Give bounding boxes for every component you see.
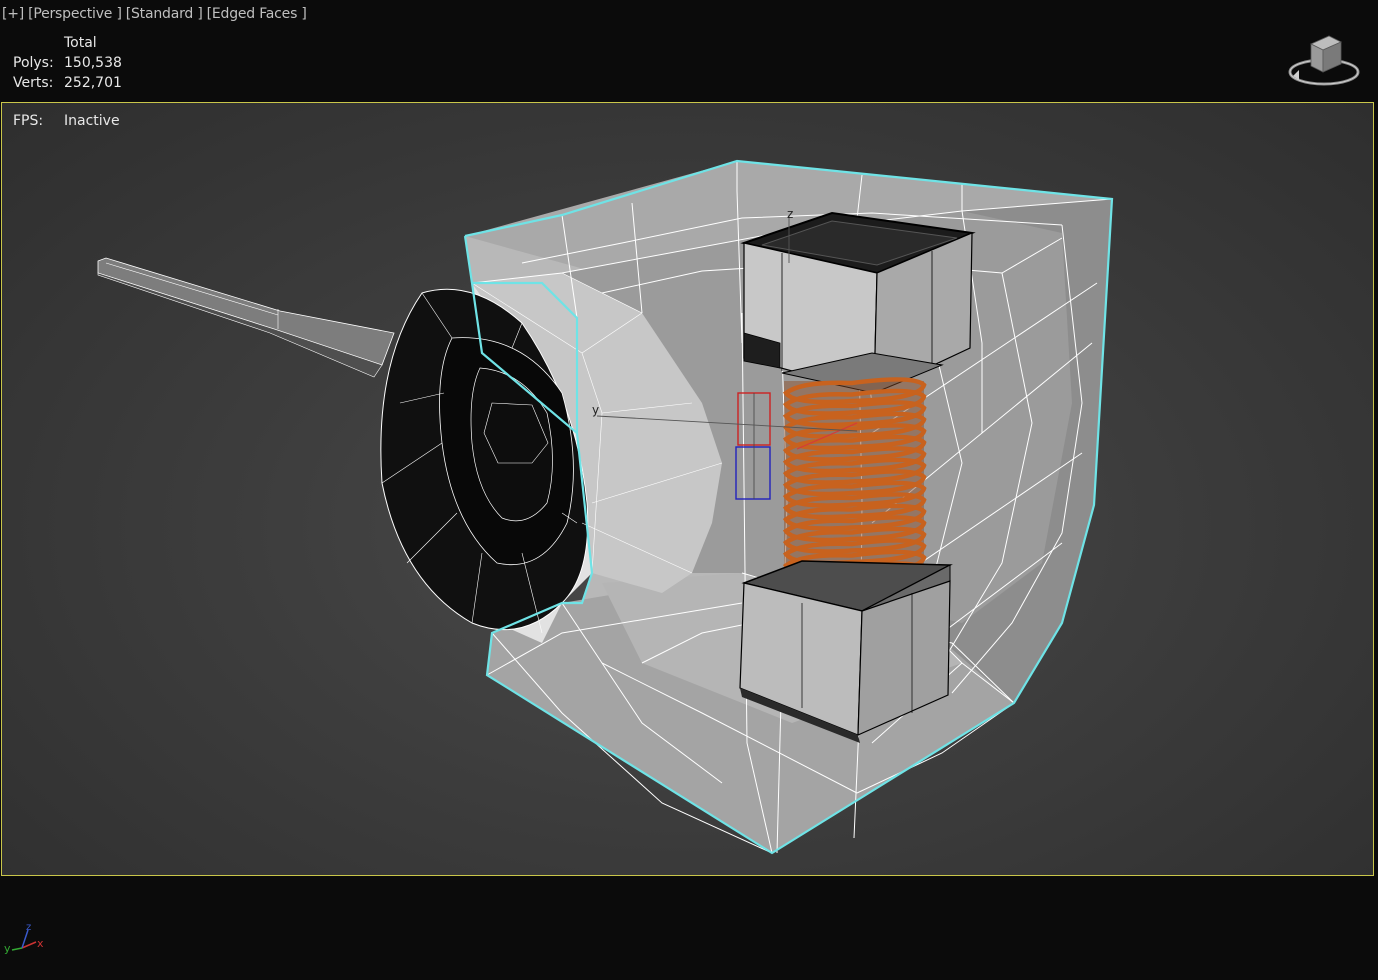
fps-readout: FPS: Inactive xyxy=(13,113,120,129)
fps-value: Inactive xyxy=(64,113,120,129)
verts-value: 252,701 xyxy=(64,75,122,91)
gizmo-z-label: z xyxy=(787,207,793,221)
rod-mesh xyxy=(97,257,395,378)
axis-tripod-icon: x z y xyxy=(2,920,54,960)
pillar-top-mesh xyxy=(740,211,976,394)
max-viewport-app: [+] [Perspective ] [Standard ] [Edged Fa… xyxy=(0,0,1378,980)
perspective-viewport[interactable]: y z xyxy=(1,102,1374,876)
viewport-label-menu[interactable]: [+] [Perspective ] [Standard ] [Edged Fa… xyxy=(2,6,307,22)
viewport-view-menu[interactable]: [Perspective ] xyxy=(28,6,122,22)
viewport-display-mode-menu[interactable]: [Edged Faces ] xyxy=(207,6,307,22)
tripod-y-label: y xyxy=(4,942,11,955)
gizmo-y-label: y xyxy=(592,403,599,417)
verts-label: Verts: xyxy=(13,75,54,91)
tripod-z-label: z xyxy=(26,922,31,933)
viewport-shading-menu[interactable]: [Standard ] xyxy=(126,6,203,22)
polys-value: 150,538 xyxy=(64,55,122,71)
fps-label: FPS: xyxy=(13,113,44,129)
scene-canvas[interactable]: y z xyxy=(2,103,1374,876)
stats-header: Total xyxy=(64,35,97,51)
polys-label: Polys: xyxy=(13,55,54,71)
coil-mesh xyxy=(782,377,927,589)
tripod-x-label: x xyxy=(37,937,44,950)
scene-statistics: Total Polys: 150,538 Verts: 252,701 xyxy=(13,33,122,93)
viewport-plus-menu[interactable]: [+] xyxy=(2,6,24,22)
viewcube-icon[interactable] xyxy=(1285,30,1363,92)
